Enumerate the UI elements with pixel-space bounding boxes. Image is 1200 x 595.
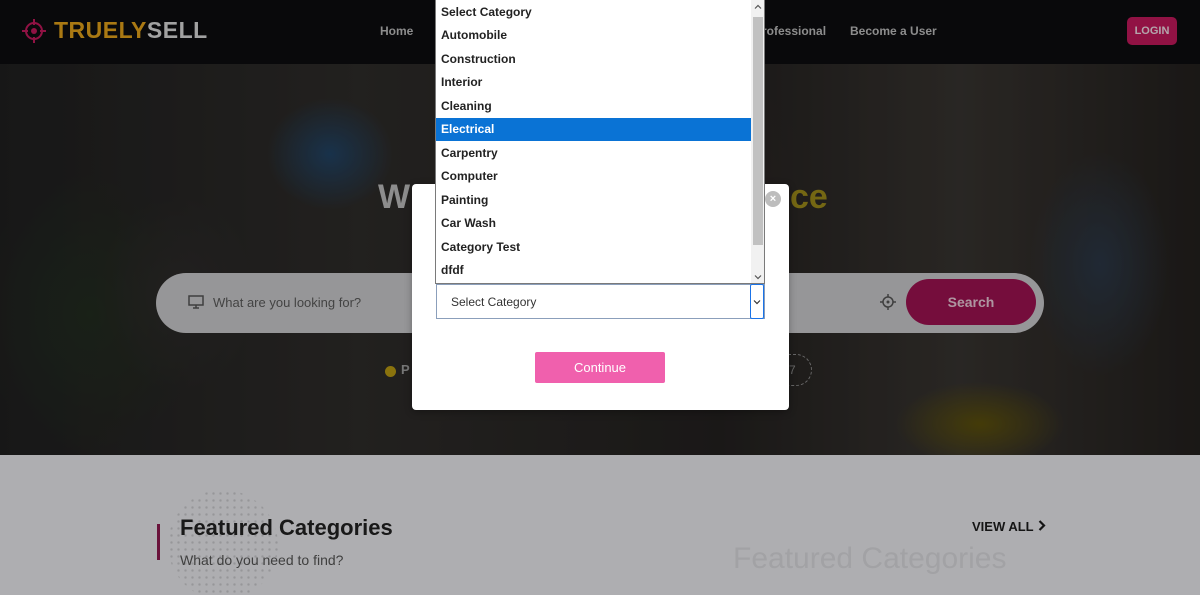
close-icon[interactable]: × [765,191,781,207]
category-select[interactable]: Select Category [436,284,765,319]
option-dfdf[interactable]: dfdf [436,259,751,282]
option-construction[interactable]: Construction [436,47,751,70]
category-select-value: Select Category [451,295,537,309]
option-category-test[interactable]: Category Test [436,235,751,258]
scroll-up-icon[interactable] [751,0,764,14]
scrollbar-thumb[interactable] [753,17,763,245]
option-computer[interactable]: Computer [436,165,751,188]
category-dropdown-list: Select Category Automobile Construction … [435,0,765,284]
option-select-category[interactable]: Select Category [436,0,751,23]
option-painting[interactable]: Painting [436,188,751,211]
dropdown-scrollbar[interactable] [751,0,764,283]
chevron-down-icon[interactable] [750,284,764,319]
option-electrical[interactable]: Electrical [436,117,751,141]
scroll-down-icon[interactable] [751,270,764,283]
continue-button[interactable]: Continue [535,352,665,383]
option-automobile[interactable]: Automobile [436,24,751,47]
option-carpentry[interactable]: Carpentry [436,141,751,164]
option-cleaning[interactable]: Cleaning [436,94,751,117]
option-car-wash[interactable]: Car Wash [436,212,751,235]
option-interior[interactable]: Interior [436,71,751,94]
